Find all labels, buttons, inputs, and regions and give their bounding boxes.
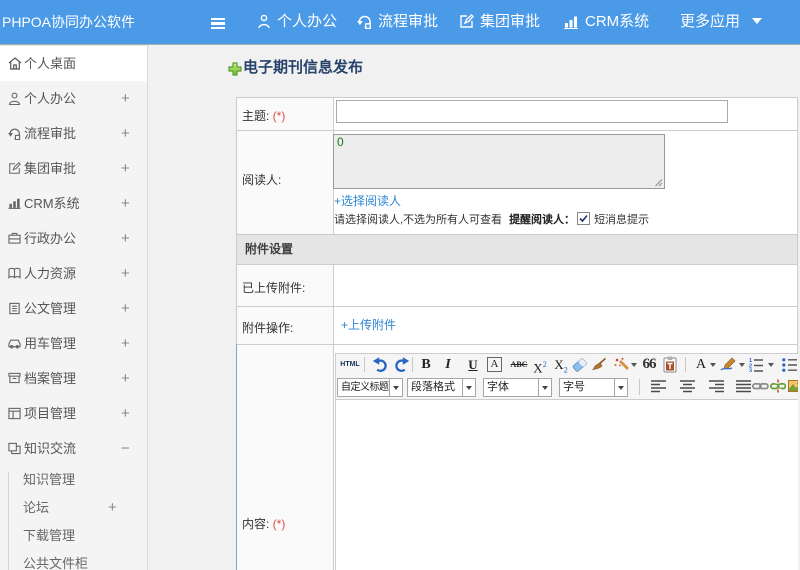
svg-text:3: 3 <box>749 369 752 373</box>
